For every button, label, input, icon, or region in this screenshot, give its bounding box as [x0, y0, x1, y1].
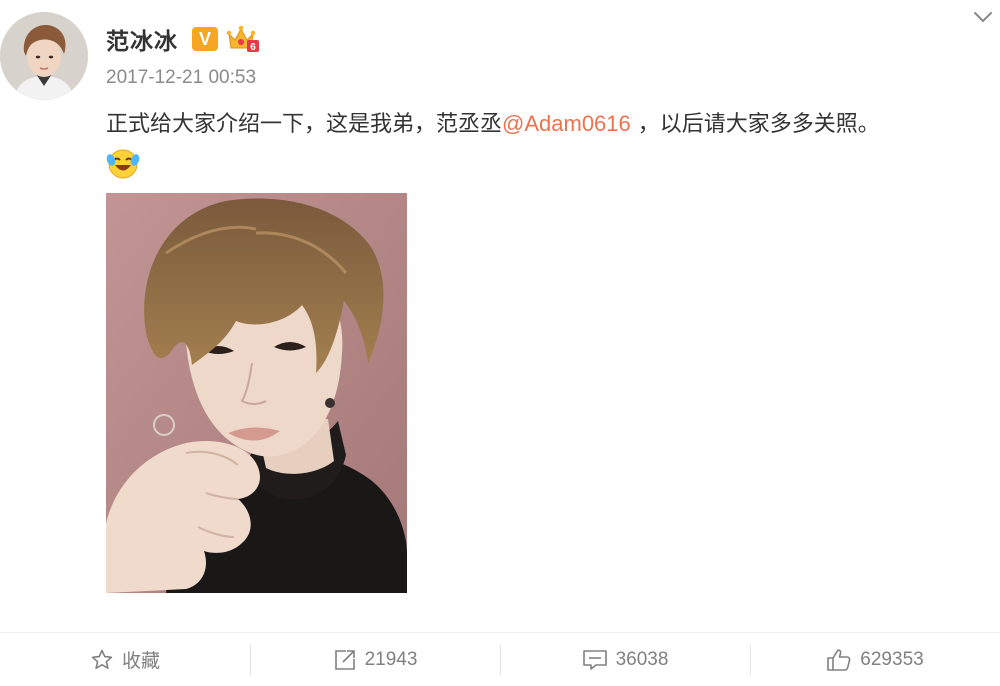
thumbs-up-icon: [827, 648, 851, 671]
comment-count: 36038: [615, 648, 669, 670]
author-name[interactable]: 范冰冰: [106, 22, 178, 56]
portrait-image: [106, 193, 407, 593]
user-mention-link[interactable]: @Adam0616: [502, 111, 631, 136]
weibo-post-card: 范冰冰 V 6 2017-12-21 00:53 正式给大家介绍一下，这是我弟，…: [0, 0, 1000, 686]
svg-text:6: 6: [250, 42, 256, 53]
post-header: 范冰冰 V 6: [106, 22, 260, 56]
repost-count: 21943: [364, 648, 418, 670]
avatar-image: [0, 12, 88, 100]
post-timestamp[interactable]: 2017-12-21 00:53: [106, 67, 256, 89]
post-text-after: ，以后请大家多多关照。: [630, 112, 880, 137]
laughing-crying-emoji-icon: [106, 146, 140, 180]
author-avatar[interactable]: [0, 12, 88, 100]
post-text-before: 正式给大家介绍一下，这是我弟，范丞丞: [106, 112, 503, 137]
post-content: 正式给大家介绍一下，这是我弟，范丞丞@Adam0616 ，以后请大家多多关照。: [106, 108, 880, 141]
comment-icon: [582, 649, 607, 670]
repost-icon: [334, 649, 355, 670]
like-count: 629353: [860, 648, 924, 670]
more-options-chevron-icon[interactable]: [972, 8, 994, 26]
post-photo[interactable]: [106, 193, 407, 593]
star-icon: [91, 649, 113, 669]
like-button[interactable]: 629353: [750, 633, 1000, 686]
favorite-button[interactable]: 收藏: [0, 633, 250, 686]
favorite-label: 收藏: [121, 651, 160, 672]
member-crown-icon[interactable]: 6: [226, 24, 260, 54]
post-action-bar: 收藏 21943 36038 629353: [0, 633, 1000, 686]
verified-badge-icon[interactable]: V: [192, 27, 218, 51]
comment-button[interactable]: 36038: [500, 633, 750, 686]
repost-button[interactable]: 21943: [250, 633, 500, 686]
